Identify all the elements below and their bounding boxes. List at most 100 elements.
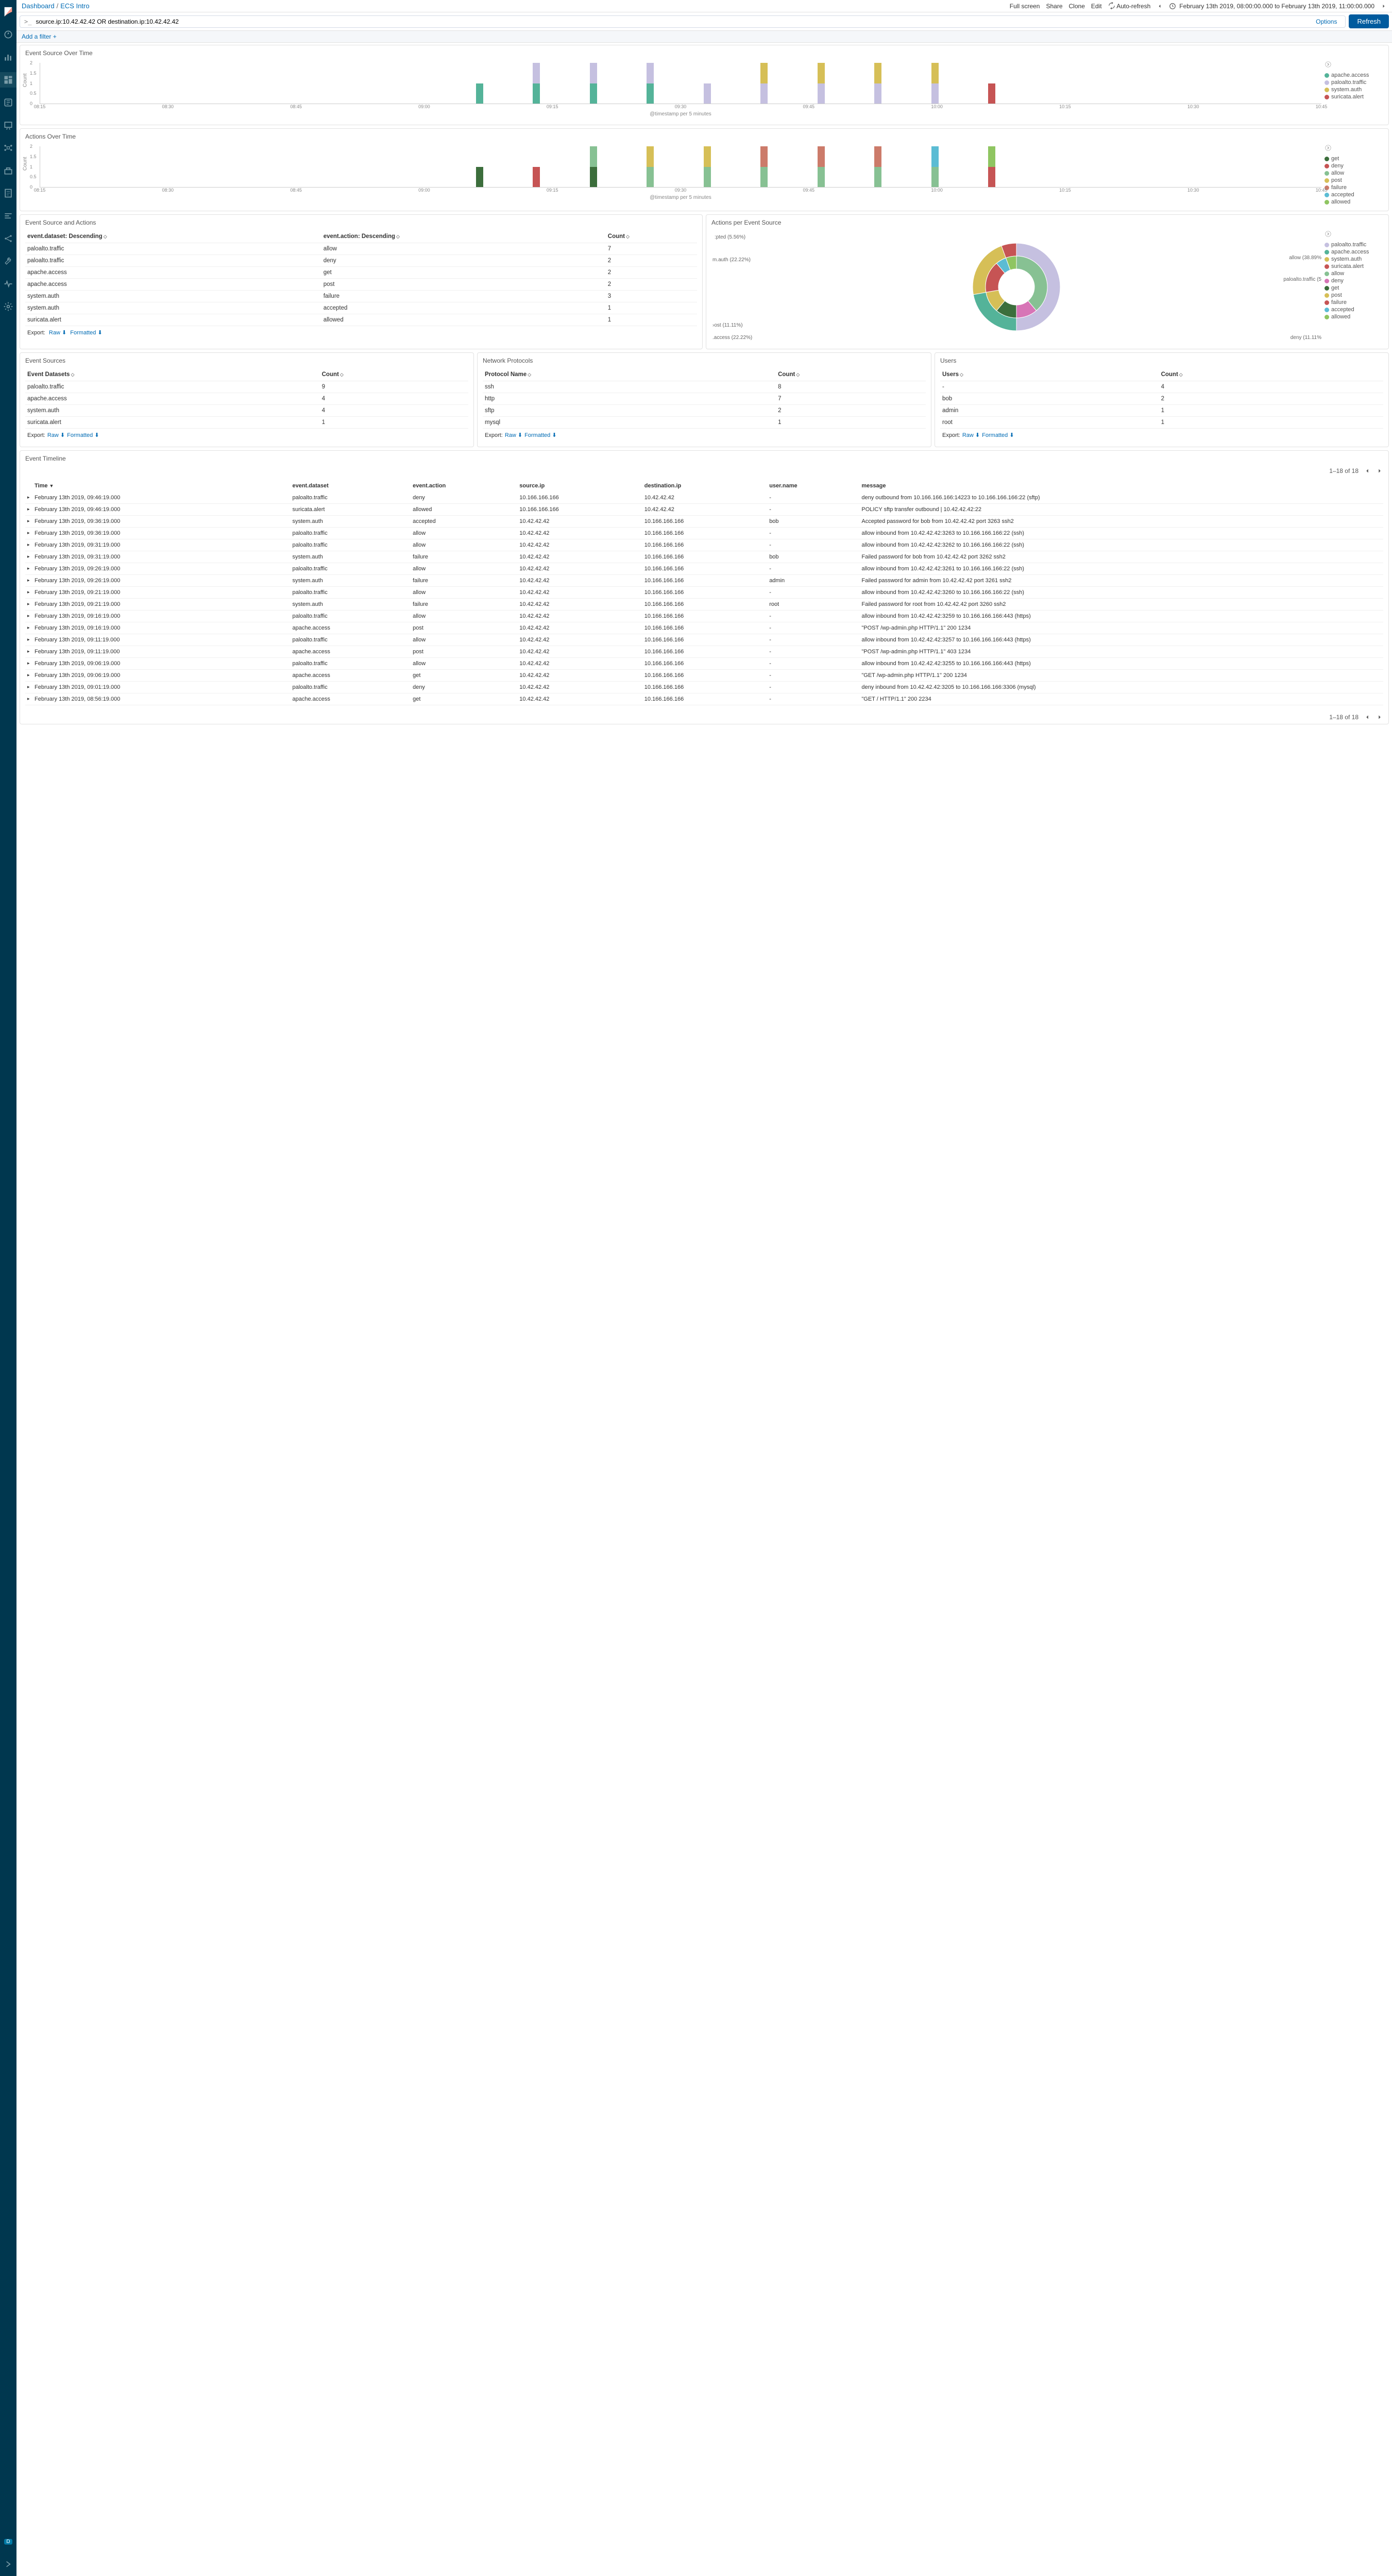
table-row[interactable]: apache.access4 [25, 393, 468, 405]
col-dataset[interactable]: event.dataset: Descending◇ [25, 230, 321, 243]
nav-graph[interactable] [0, 231, 16, 246]
table-row[interactable]: ▸February 13th 2019, 09:16:19.000apache.… [25, 622, 1383, 634]
legend-item[interactable]: apache.access [1325, 248, 1380, 256]
legend-item[interactable]: accepted [1325, 191, 1380, 198]
legend-item[interactable]: failure [1325, 184, 1380, 191]
refresh-button[interactable]: Refresh [1349, 14, 1389, 28]
expand-row-icon[interactable]: ▸ [25, 516, 32, 528]
legend-item[interactable]: suricata.alert [1325, 263, 1380, 270]
table-row[interactable]: ▸February 13th 2019, 09:31:19.000system.… [25, 551, 1383, 563]
table-row[interactable]: suricata.alert1 [25, 417, 468, 429]
action-fullscreen[interactable]: Full screen [1010, 3, 1040, 10]
legend-item[interactable]: paloalto.traffic [1325, 241, 1380, 248]
breadcrumb-root[interactable]: Dashboard [22, 2, 55, 10]
action-share[interactable]: Share [1046, 3, 1062, 10]
table-row[interactable]: ▸February 13th 2019, 09:21:19.000paloalt… [25, 587, 1383, 599]
table-row[interactable]: system.authfailure3 [25, 291, 697, 302]
expand-row-icon[interactable]: ▸ [25, 670, 32, 682]
col-message[interactable]: message [859, 480, 1383, 492]
table-row[interactable]: ▸February 13th 2019, 09:36:19.000paloalt… [25, 528, 1383, 539]
expand-row-icon[interactable]: ▸ [25, 622, 32, 634]
nav-management[interactable] [0, 299, 16, 314]
col-time[interactable]: Time ▼ [32, 480, 290, 492]
chevron-right-icon[interactable] [1325, 61, 1332, 68]
nav-monitoring[interactable] [0, 276, 16, 292]
nav-canvas[interactable] [0, 117, 16, 133]
table-row[interactable]: http7 [483, 393, 926, 405]
nav-discover[interactable] [0, 27, 16, 42]
col-dataset[interactable]: Event Datasets◇ [25, 368, 320, 381]
table-row[interactable]: ▸February 13th 2019, 09:31:19.000paloalt… [25, 539, 1383, 551]
query-input[interactable] [36, 18, 1308, 25]
table-row[interactable]: paloalto.traffic9 [25, 381, 468, 393]
table-row[interactable]: ▸February 13th 2019, 09:01:19.000paloalt… [25, 682, 1383, 693]
table-row[interactable]: ▸February 13th 2019, 09:26:19.000system.… [25, 575, 1383, 587]
table-row[interactable]: apache.accesspost2 [25, 279, 697, 291]
table-row[interactable]: sftp2 [483, 405, 926, 417]
expand-row-icon[interactable]: ▸ [25, 599, 32, 611]
table-row[interactable]: ▸February 13th 2019, 09:06:19.000apache.… [25, 670, 1383, 682]
expand-row-icon[interactable]: ▸ [25, 693, 32, 705]
time-next-icon[interactable] [1381, 3, 1387, 9]
export-formatted[interactable]: Formatted ⬇ [70, 330, 102, 336]
legend-item[interactable]: deny [1325, 162, 1380, 170]
expand-row-icon[interactable]: ▸ [25, 587, 32, 599]
table-row[interactable]: root1 [940, 417, 1383, 429]
table-row[interactable]: ▸February 13th 2019, 09:46:19.000suricat… [25, 504, 1383, 516]
col-count[interactable]: Count◇ [320, 368, 468, 381]
table-row[interactable]: ▸February 13th 2019, 09:06:19.000paloalt… [25, 658, 1383, 670]
legend-item[interactable]: system.auth [1325, 86, 1380, 93]
pager-next-icon[interactable] [1376, 467, 1383, 474]
expand-row-icon[interactable]: ▸ [25, 528, 32, 539]
nav-devtools[interactable] [0, 253, 16, 269]
expand-row-icon[interactable]: ▸ [25, 504, 32, 516]
table-row[interactable]: bob2 [940, 393, 1383, 405]
legend-item[interactable]: apache.access [1325, 72, 1380, 79]
nav-space[interactable]: D [0, 2534, 16, 2549]
table-row[interactable]: ▸February 13th 2019, 09:26:19.000paloalt… [25, 563, 1383, 575]
pager-prev-icon[interactable] [1364, 467, 1371, 474]
export-raw[interactable]: Raw ⬇ [47, 432, 65, 438]
table-row[interactable]: ssh8 [483, 381, 926, 393]
table-row[interactable]: system.auth4 [25, 405, 468, 417]
nav-ml[interactable] [0, 140, 16, 156]
legend-item[interactable]: post [1325, 292, 1380, 299]
query-options[interactable]: Options [1312, 18, 1341, 25]
nav-visualize[interactable] [0, 49, 16, 65]
legend-item[interactable]: get [1325, 155, 1380, 162]
col-action[interactable]: event.action: Descending◇ [321, 230, 606, 243]
action-autorefresh[interactable]: Auto-refresh [1108, 2, 1151, 10]
legend-item[interactable]: allowed [1325, 313, 1380, 320]
legend-item[interactable]: suricata.alert [1325, 93, 1380, 100]
table-row[interactable]: ▸February 13th 2019, 09:11:19.000paloalt… [25, 634, 1383, 646]
pager-prev-icon[interactable] [1364, 714, 1371, 721]
col-dataset[interactable]: event.dataset [290, 480, 411, 492]
nav-collapse[interactable] [0, 2556, 16, 2572]
pager-next-icon[interactable] [1376, 714, 1383, 721]
nav-timelion[interactable] [0, 95, 16, 110]
chevron-right-icon[interactable] [1325, 230, 1332, 238]
est-chart[interactable]: Count 00.5 11.5 2 08:1508:3008:4509:0009… [25, 61, 1321, 120]
export-formatted[interactable]: Formatted ⬇ [67, 432, 99, 438]
kibana-logo[interactable] [0, 4, 16, 20]
table-row[interactable]: admin1 [940, 405, 1383, 417]
table-row[interactable]: mysql1 [483, 417, 926, 429]
col-count[interactable]: Count◇ [606, 230, 697, 243]
table-row[interactable]: suricata.alertallowed1 [25, 314, 697, 326]
time-range[interactable]: February 13th 2019, 08:00:00.000 to Febr… [1169, 3, 1374, 10]
legend-item[interactable]: allowed [1325, 198, 1380, 206]
nav-logs[interactable] [0, 185, 16, 201]
expand-row-icon[interactable]: ▸ [25, 682, 32, 693]
chevron-right-icon[interactable] [1325, 144, 1332, 151]
legend-item[interactable]: allow [1325, 270, 1380, 277]
expand-row-icon[interactable]: ▸ [25, 563, 32, 575]
expand-row-icon[interactable]: ▸ [25, 646, 32, 658]
time-prev-icon[interactable] [1157, 3, 1163, 9]
legend-item[interactable]: deny [1325, 277, 1380, 284]
export-raw[interactable]: Raw ⬇ [962, 432, 980, 438]
nav-dashboard[interactable] [0, 72, 16, 88]
legend-item[interactable]: post [1325, 177, 1380, 184]
export-formatted[interactable]: Formatted ⬇ [982, 432, 1014, 438]
col-action[interactable]: event.action [411, 480, 517, 492]
export-raw[interactable]: Raw ⬇ [49, 330, 66, 336]
